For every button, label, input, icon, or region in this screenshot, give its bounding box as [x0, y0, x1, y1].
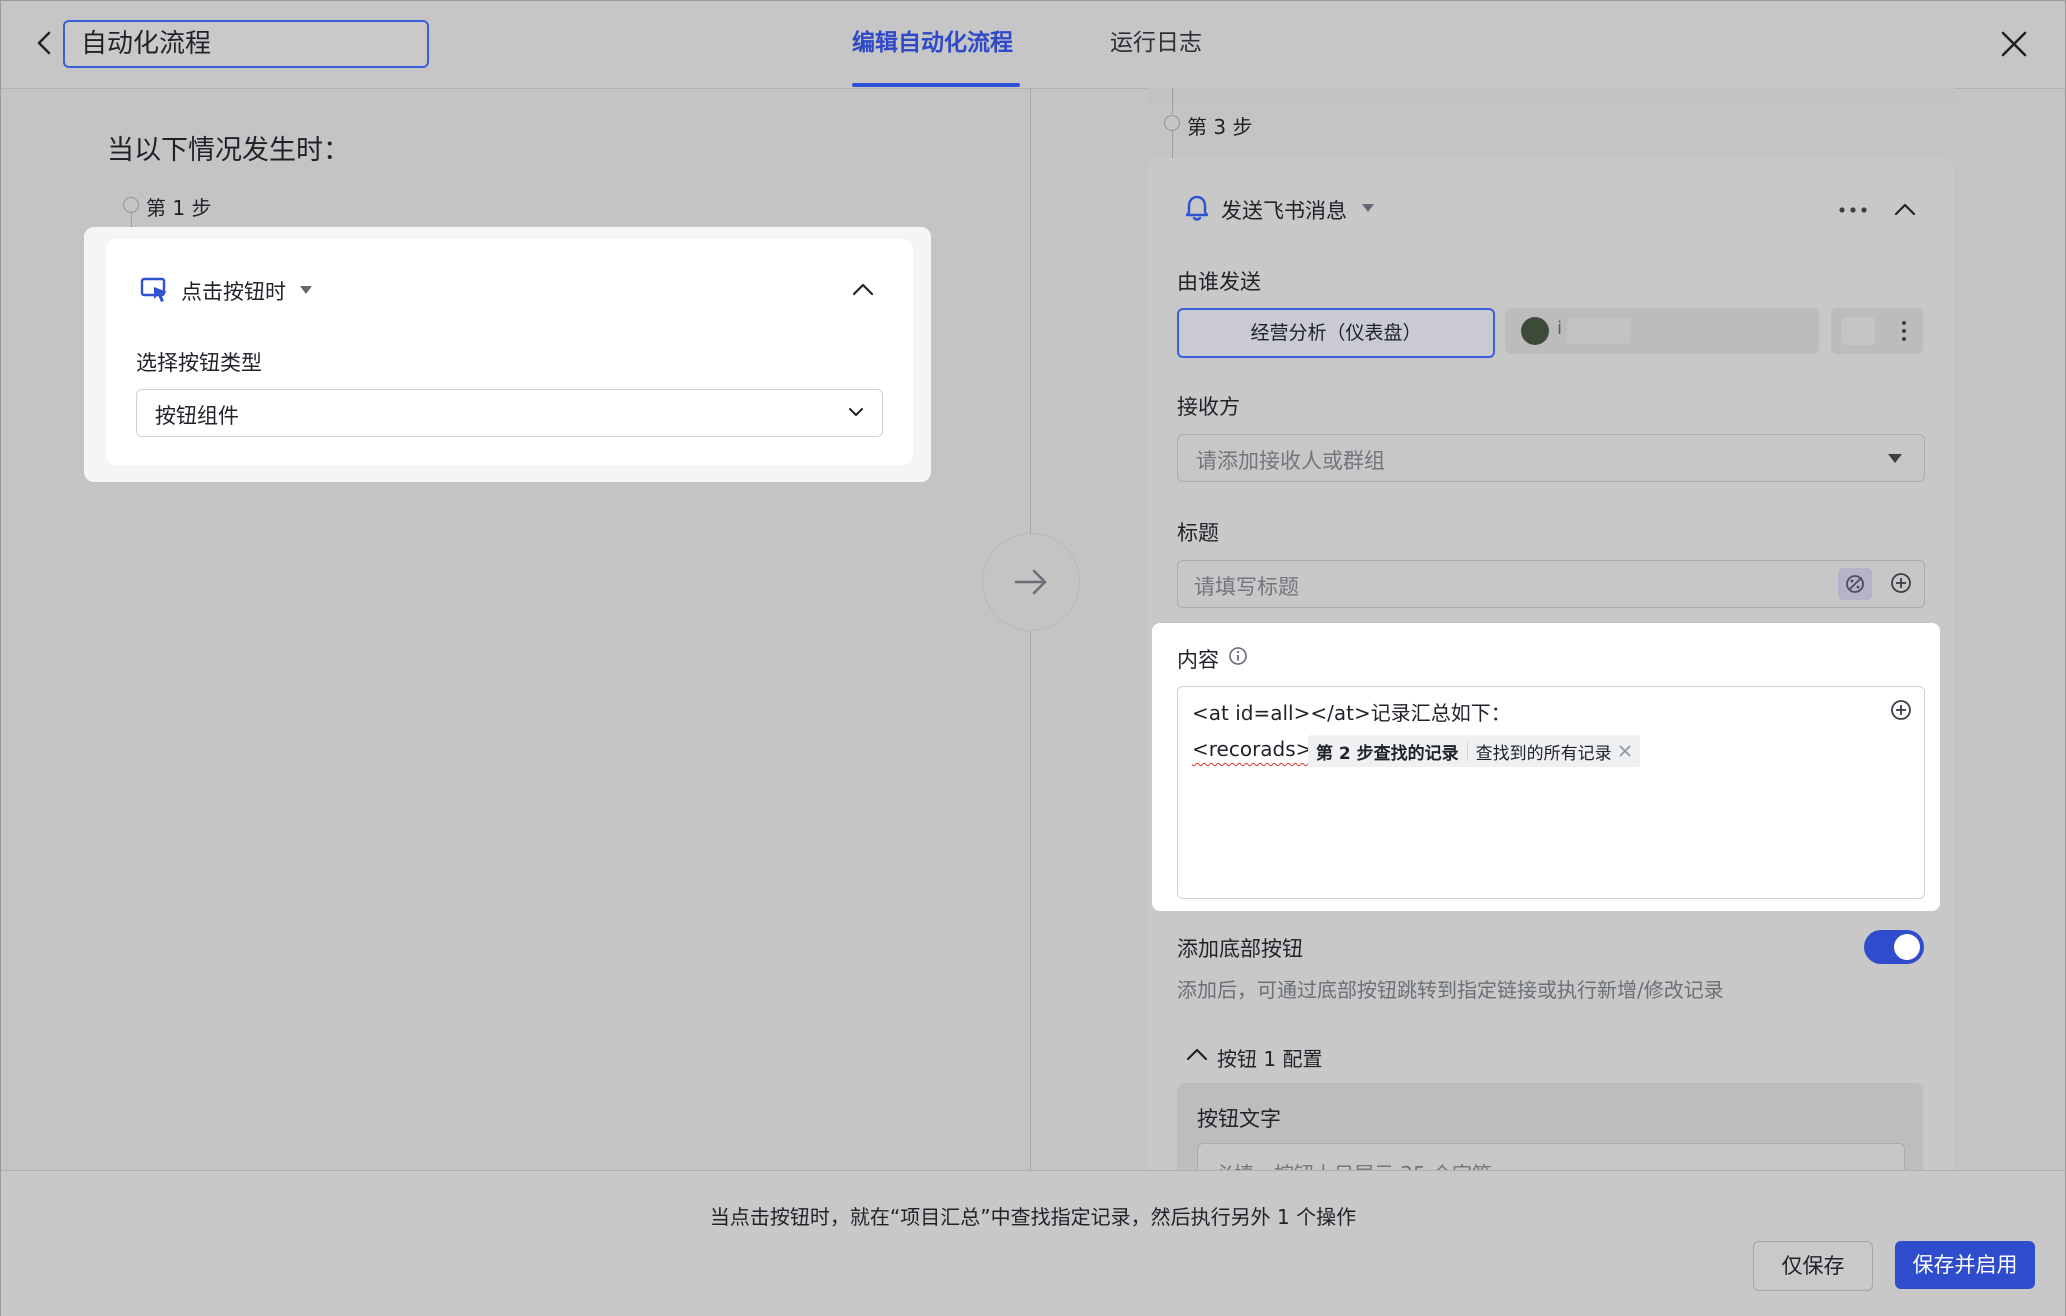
collapse-chevron-up-icon[interactable] [851, 278, 875, 302]
recipient-label: 接收方 [1177, 395, 1240, 419]
step-connector-top [1172, 88, 1173, 114]
content-insert-plus-icon[interactable] [1890, 699, 1912, 721]
recipient-select[interactable]: 请添加接收人或群组 [1177, 434, 1925, 482]
token-step-name: 第 2 步查找的记录 [1316, 743, 1459, 764]
button-type-label: 选择按钮类型 [136, 351, 262, 375]
recipient-placeholder: 请添加接收人或群组 [1196, 449, 1385, 473]
active-tab-indicator [852, 83, 1020, 87]
flow-title-input[interactable]: 自动化流程 [63, 20, 429, 68]
token-field-name: 查找到的所有记录 [1475, 743, 1612, 764]
button-type-select[interactable]: 按钮组件 [136, 389, 883, 437]
arrow-right-icon [1014, 569, 1047, 595]
action-dropdown-caret-icon[interactable] [1362, 204, 1374, 212]
save-and-enable-button[interactable]: 保存并启用 [1895, 1241, 2035, 1289]
step-1-label: 第 1 步 [146, 196, 212, 220]
action-collapse-chevron-up-icon[interactable] [1893, 198, 1917, 222]
bell-icon [1185, 195, 1209, 221]
ai-assist-button[interactable] [1838, 568, 1872, 600]
back-arrow-icon[interactable] [28, 26, 62, 60]
bottom-button-toggle[interactable] [1864, 930, 1924, 964]
sender-option-person[interactable]: i [1505, 308, 1819, 354]
content-line-1: <at id=all></at>记录汇总如下： [1192, 701, 1511, 725]
trigger-dropdown-caret-icon[interactable] [300, 286, 312, 294]
button-text-label: 按钮文字 [1197, 1107, 1281, 1131]
content-line-2-prefix: <recorads> [1192, 737, 1313, 761]
button-type-value: 按钮组件 [155, 404, 239, 428]
field-reference-token[interactable]: 第 2 步查找的记录 查找到的所有记录 [1308, 735, 1640, 767]
tab-edit-flow[interactable]: 编辑自动化流程 [852, 24, 1013, 64]
sender-option-placeholder [1841, 317, 1875, 345]
button-config-title[interactable]: 按钮 1 配置 [1217, 1043, 1322, 1072]
insert-field-plus-icon[interactable] [1890, 572, 1912, 594]
flow-arrow-circle [982, 533, 1080, 631]
avatar [1521, 317, 1549, 345]
tab-run-log[interactable]: 运行日志 [1110, 24, 1202, 64]
sender-label: 由谁发送 [1177, 270, 1261, 294]
remove-token-icon[interactable] [1618, 744, 1632, 758]
title-input[interactable]: 请填写标题 [1177, 560, 1925, 608]
step-connector-bottom [1172, 131, 1173, 158]
trigger-type-name[interactable]: 点击按钮时 [181, 276, 286, 306]
previous-step-card-edge [1148, 88, 1954, 104]
recipient-caret-icon [1888, 454, 1902, 463]
footer-bar: 当点击按钮时，就在“项目汇总”中查找指定记录，然后执行另外 1 个操作 仅保存 … [1, 1170, 2065, 1316]
step-3-dot [1164, 115, 1180, 131]
title-label: 标题 [1177, 521, 1219, 545]
sender-option-more[interactable] [1831, 308, 1923, 354]
kebab-menu-icon[interactable] [1902, 320, 1906, 342]
info-icon[interactable] [1228, 646, 1248, 666]
chevron-down-icon [849, 408, 863, 416]
bottom-button-description: 添加后，可通过底部按钮跳转到指定链接或执行新增/修改记录 [1177, 978, 1724, 1002]
bottom-button-label: 添加底部按钮 [1177, 937, 1303, 961]
step-3-label: 第 3 步 [1187, 115, 1253, 139]
toggle-knob [1894, 934, 1920, 960]
step-1-dot [123, 197, 139, 213]
flow-summary: 当点击按钮时，就在“项目汇总”中查找指定记录，然后执行另外 1 个操作 [709, 1205, 1357, 1229]
sender-option-dashboard[interactable]: 经营分析（仪表盘） [1177, 308, 1495, 358]
palette-icon [1846, 575, 1864, 593]
action-type-name[interactable]: 发送飞书消息 [1221, 195, 1347, 225]
close-icon[interactable] [1996, 26, 2032, 62]
button-config-chevron-up-icon[interactable] [1185, 1043, 1209, 1067]
sender-person-name: i [1557, 318, 1563, 339]
redacted-name [1567, 318, 1631, 344]
more-options-icon[interactable] [1838, 206, 1868, 214]
trigger-section-title: 当以下情况发生时： [107, 135, 350, 166]
save-button[interactable]: 仅保存 [1753, 1241, 1873, 1291]
title-placeholder: 请填写标题 [1194, 575, 1299, 599]
content-label: 内容 [1177, 648, 1219, 672]
click-cursor-icon [140, 277, 167, 302]
